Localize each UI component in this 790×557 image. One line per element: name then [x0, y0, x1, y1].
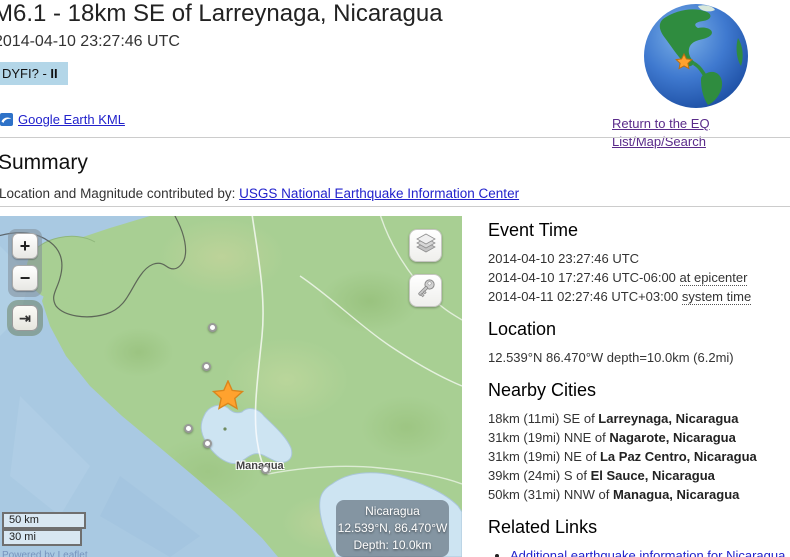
info-coords: 12.539°N, 86.470°W	[336, 520, 449, 537]
return-eq-list-link[interactable]: Return to the EQ List/Map/Search	[612, 116, 710, 149]
city-name: Managua, Nicaragua	[613, 487, 739, 502]
nearby-cities-heading: Nearby Cities	[488, 380, 788, 401]
city-distance: 50km (31mi) NNW of	[488, 487, 613, 502]
header-divider	[0, 137, 790, 138]
related-links-list: Additional earthquake information for Ni…	[488, 546, 788, 557]
dyfi-badge[interactable]: DYFI? - II	[0, 62, 68, 85]
summary-divider	[0, 206, 790, 207]
summary-heading: Summary	[0, 151, 88, 175]
contributor-text: Location and Magnitude contributed by:	[0, 186, 239, 201]
info-country: Nicaragua	[336, 503, 449, 520]
zoom-out-button[interactable]: −	[12, 265, 38, 291]
epicenter-star-icon[interactable]	[212, 380, 244, 410]
earthquake-marker[interactable]	[203, 439, 212, 448]
city-name: La Paz Centro, Nicaragua	[600, 449, 757, 464]
goto-epicenter-button[interactable]: ⇥	[12, 305, 38, 331]
nearby-city-row: 31km (19mi) NNE of Nagarote, Nicaragua	[488, 428, 788, 447]
city-distance: 31km (19mi) NE of	[488, 449, 600, 464]
kml-row: Google Earth KML	[0, 112, 125, 127]
city-name: El Sauce, Nicaragua	[591, 468, 715, 483]
epicenter-time: 2014-04-10 17:27:46 UTC-06:00	[488, 270, 680, 285]
earthquake-marker[interactable]	[208, 323, 217, 332]
system-time-tooltip[interactable]: system time	[682, 289, 751, 305]
globe-image[interactable]	[642, 2, 750, 110]
dyfi-intensity: II	[50, 66, 57, 81]
event-map[interactable]: Managua + − ⇥	[0, 216, 462, 557]
layers-button[interactable]	[409, 229, 442, 262]
related-link-item: Additional earthquake information for Ni…	[510, 546, 788, 557]
location-heading: Location	[488, 319, 788, 340]
system-time: 2014-04-11 02:27:46 UTC+03:00	[488, 289, 682, 304]
related-links-heading: Related Links	[488, 517, 788, 538]
event-time-heading: Event Time	[488, 220, 788, 241]
key-icon	[414, 276, 438, 305]
legend-key-button[interactable]	[409, 274, 442, 307]
location-coords: 12.539°N 86.470°W depth=10.0km (6.2mi)	[488, 348, 788, 367]
page-title: M6.1 - 18km SE of Larreynaga, Nicaragua	[0, 0, 443, 28]
zoom-control: + −	[8, 229, 42, 297]
scale-bar-mi: 30 mi	[2, 529, 82, 546]
nearby-city-row: 31km (19mi) NE of La Paz Centro, Nicarag…	[488, 447, 788, 466]
managua-city-label: Managua	[236, 460, 284, 472]
event-time-utc: 2014-04-10 23:27:46 UTC	[488, 249, 788, 268]
dyfi-label: DYFI? -	[2, 66, 50, 81]
nicaragua-info-link[interactable]: Additional earthquake information for Ni…	[510, 548, 785, 557]
nearby-city-row: 18km (11mi) SE of Larreynaga, Nicaragua	[488, 409, 788, 428]
zoom-in-button[interactable]: +	[12, 233, 38, 259]
map-info-overlay: Nicaragua 12.539°N, 86.470°W Depth: 10.0…	[336, 500, 449, 557]
city-distance: 18km (11mi) SE of	[488, 411, 598, 426]
map-attribution[interactable]: Powered by Leaflet	[2, 550, 88, 557]
contributor-line: Location and Magnitude contributed by: U…	[0, 186, 519, 201]
event-time-system: 2014-04-11 02:27:46 UTC+03:00 system tim…	[488, 287, 788, 306]
event-datetime: 2014-04-10 23:27:46 UTC	[0, 33, 180, 51]
city-distance: 31km (19mi) NNE of	[488, 430, 609, 445]
city-name: Nagarote, Nicaragua	[609, 430, 735, 445]
google-earth-kml-link[interactable]: Google Earth KML	[18, 112, 125, 127]
city-distance: 39km (24mi) S of	[488, 468, 591, 483]
info-depth: Depth: 10.0km (6.2mi)	[336, 537, 449, 557]
event-time-epicenter: 2014-04-10 17:27:46 UTC-06:00 at epicent…	[488, 268, 788, 287]
scale-bar-km: 50 km	[2, 512, 86, 529]
nearby-city-row: 39km (24mi) S of El Sauce, Nicaragua	[488, 466, 788, 485]
earthquake-marker[interactable]	[202, 362, 211, 371]
usgs-neic-link[interactable]: USGS National Earthquake Information Cen…	[239, 186, 519, 201]
epicenter-tooltip[interactable]: at epicenter	[680, 270, 748, 286]
earthquake-marker[interactable]	[261, 465, 270, 474]
earthquake-marker[interactable]	[184, 424, 193, 433]
layers-icon	[414, 231, 438, 260]
event-details-column: Event Time 2014-04-10 23:27:46 UTC 2014-…	[488, 216, 788, 557]
city-name: Larreynaga, Nicaragua	[598, 411, 738, 426]
nearby-city-row: 50km (31mi) NNW of Managua, Nicaragua	[488, 485, 788, 504]
google-earth-icon	[0, 113, 13, 126]
earthquake-event-page: M6.1 - 18km SE of Larreynaga, Nicaragua …	[0, 0, 790, 557]
